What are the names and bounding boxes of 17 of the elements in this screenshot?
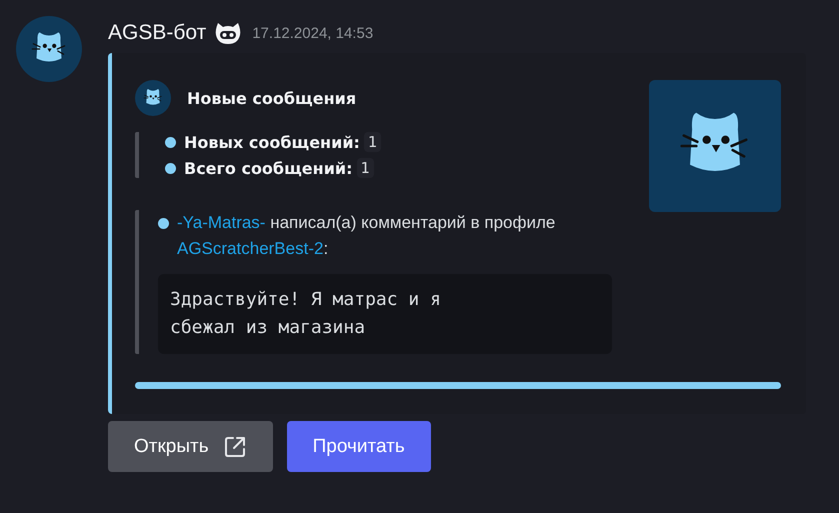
author-avatar xyxy=(135,80,171,116)
user-link[interactable]: -Ya-Matras- xyxy=(177,213,266,232)
timestamp: 17.12.2024, 14:53 xyxy=(252,24,374,42)
action-button[interactable]: Открыть xyxy=(108,421,273,472)
profile-link[interactable]: AGScratcherBest-2 xyxy=(177,239,324,258)
field-value: 1 xyxy=(356,158,374,178)
bullet-icon xyxy=(165,136,176,148)
comment-text: -Ya-Matras- написал(а) комментарий в профиле AGScratcherBest-2: xyxy=(177,212,556,260)
embed-title: Новые сообщения xyxy=(187,88,356,108)
field-label: Новых сообщений: xyxy=(184,132,360,152)
code-block: Здраствуйте! Я матрас и я сбежал из магазина xyxy=(158,274,612,354)
field-value: 1 xyxy=(364,132,381,152)
bullet-icon xyxy=(158,218,169,229)
username[interactable]: AGSB-бот xyxy=(108,21,206,45)
action-button[interactable]: Прочитать xyxy=(286,421,431,472)
field-label: Всего сообщений: xyxy=(184,158,353,178)
bullet-icon xyxy=(165,162,176,174)
